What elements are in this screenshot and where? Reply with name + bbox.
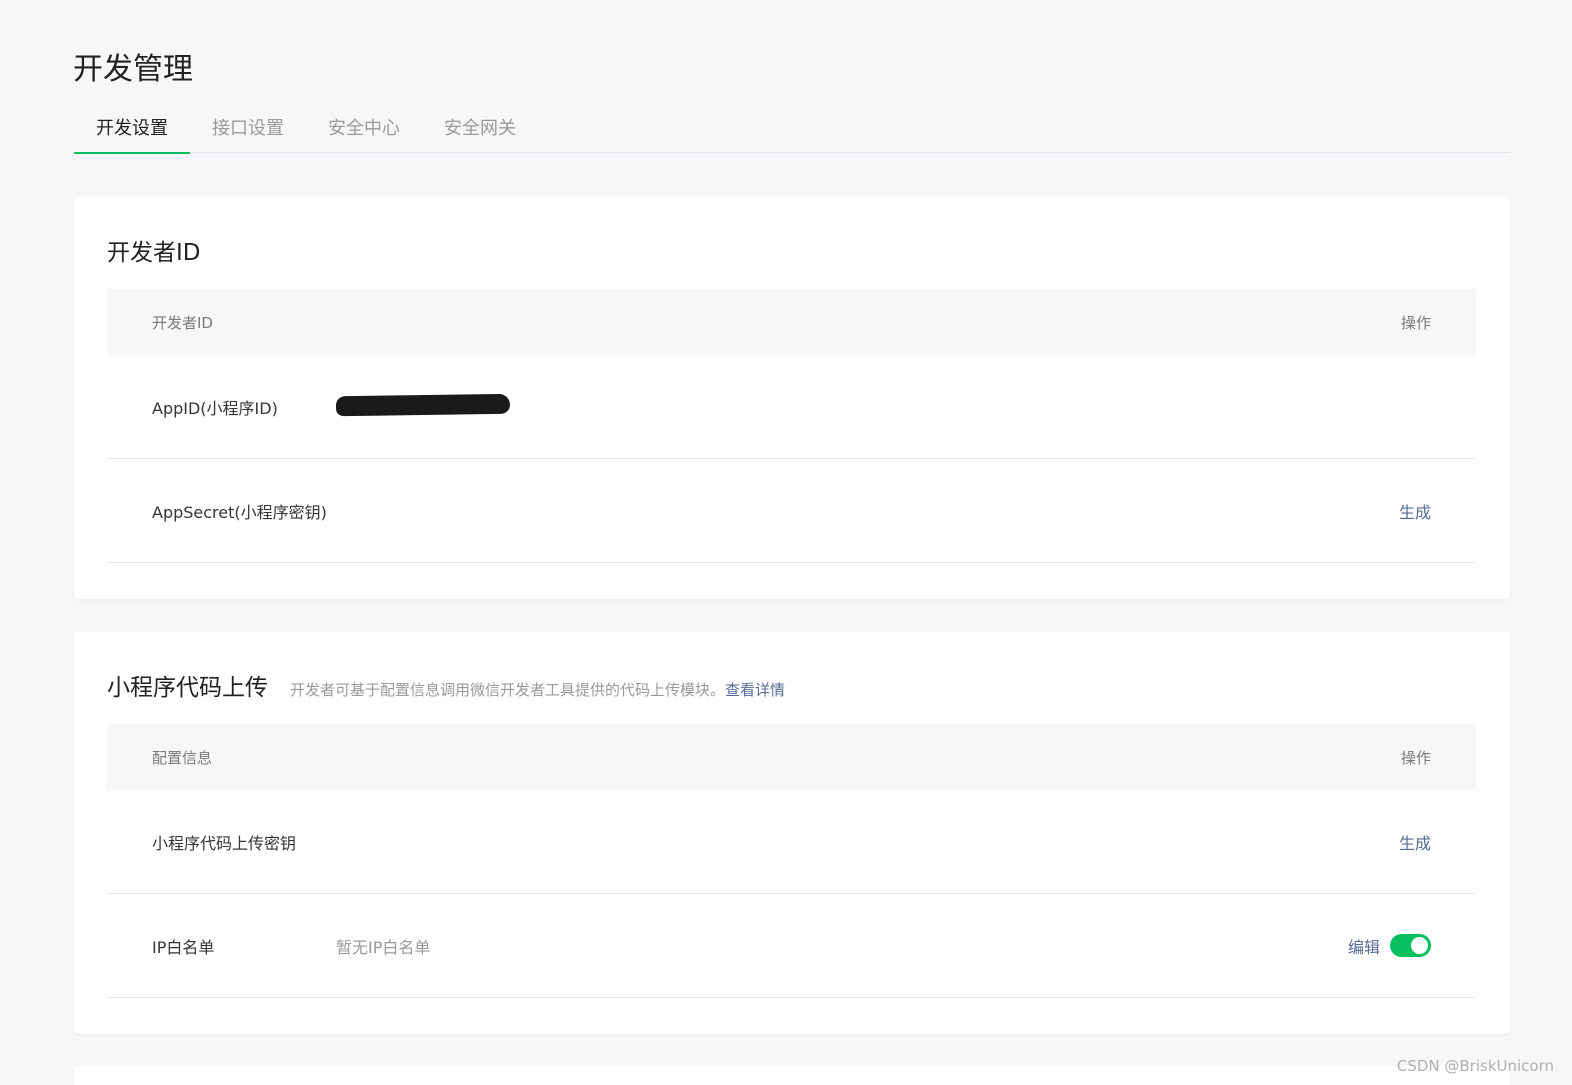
code-upload-table: 配置信息 操作 小程序代码上传密钥 生成 IP白名单 暂无IP白名单 编辑	[107, 724, 1476, 998]
ip-whitelist-toggle[interactable]	[1390, 934, 1431, 957]
ip-whitelist-row: IP白名单 暂无IP白名单 编辑	[107, 894, 1476, 998]
view-details-link[interactable]: 查看详情	[725, 681, 785, 699]
tab-api-settings[interactable]: 接口设置	[190, 112, 306, 153]
code-upload-desc: 开发者可基于配置信息调用微信开发者工具提供的代码上传模块。查看详情	[290, 679, 785, 700]
next-card	[74, 1066, 1510, 1085]
code-upload-card: 小程序代码上传 开发者可基于配置信息调用微信开发者工具提供的代码上传模块。查看详…	[74, 632, 1510, 1034]
appsecret-row: AppSecret(小程序密钥) 生成	[107, 459, 1476, 563]
toggle-knob	[1411, 937, 1428, 954]
appsecret-label: AppSecret(小程序密钥)	[152, 502, 327, 522]
generate-upload-key-link[interactable]: 生成	[1399, 830, 1431, 854]
code-upload-desc-text: 开发者可基于配置信息调用微信开发者工具提供的代码上传模块。	[290, 681, 726, 699]
appid-value	[335, 393, 1431, 419]
upload-key-label: 小程序代码上传密钥	[152, 833, 297, 853]
developer-id-table: 开发者ID 操作 AppID(小程序ID) AppSecret(小程序密钥) 生…	[107, 289, 1476, 563]
appid-row: AppID(小程序ID)	[107, 355, 1476, 459]
column-header-config: 配置信息	[152, 748, 213, 767]
ip-whitelist-value: 暂无IP白名单	[336, 937, 431, 957]
code-upload-header: 小程序代码上传 开发者可基于配置信息调用微信开发者工具提供的代码上传模块。查看详…	[107, 668, 785, 702]
upload-key-ops: 生成	[1399, 830, 1431, 854]
table-header: 开发者ID 操作	[107, 289, 1476, 355]
tab-bar: 开发设置 接口设置 安全中心 安全网关	[74, 112, 1510, 154]
developer-id-title: 开发者ID	[107, 240, 201, 266]
page: 开发管理 开发设置 接口设置 安全中心 安全网关 开发者ID 开发者ID 操作 …	[0, 0, 1572, 1085]
column-header-id: 开发者ID	[152, 313, 213, 332]
appsecret-ops: 生成	[1399, 499, 1431, 523]
developer-id-card: 开发者ID 开发者ID 操作 AppID(小程序ID) AppSecret(小程…	[74, 197, 1510, 599]
ip-whitelist-label: IP白名单	[152, 937, 215, 957]
tab-security-center[interactable]: 安全中心	[306, 112, 422, 153]
appid-label: AppID(小程序ID)	[152, 398, 278, 418]
ip-whitelist-ops: 编辑	[1348, 934, 1431, 958]
generate-secret-link[interactable]: 生成	[1399, 499, 1431, 523]
code-upload-title: 小程序代码上传	[107, 675, 268, 701]
watermark: CSDN @BriskUnicorn	[1396, 1057, 1554, 1075]
redacted-appid	[335, 393, 511, 416]
tab-dev-settings[interactable]: 开发设置	[74, 112, 190, 154]
table-header: 配置信息 操作	[107, 724, 1476, 790]
column-header-ops: 操作	[1400, 313, 1431, 332]
column-header-ops: 操作	[1400, 748, 1431, 767]
tab-security-gateway[interactable]: 安全网关	[422, 112, 538, 153]
upload-key-row: 小程序代码上传密钥 生成	[107, 790, 1476, 894]
edit-whitelist-link[interactable]: 编辑	[1348, 934, 1380, 958]
developer-id-header: 开发者ID	[107, 233, 201, 267]
page-title: 开发管理	[73, 52, 193, 87]
